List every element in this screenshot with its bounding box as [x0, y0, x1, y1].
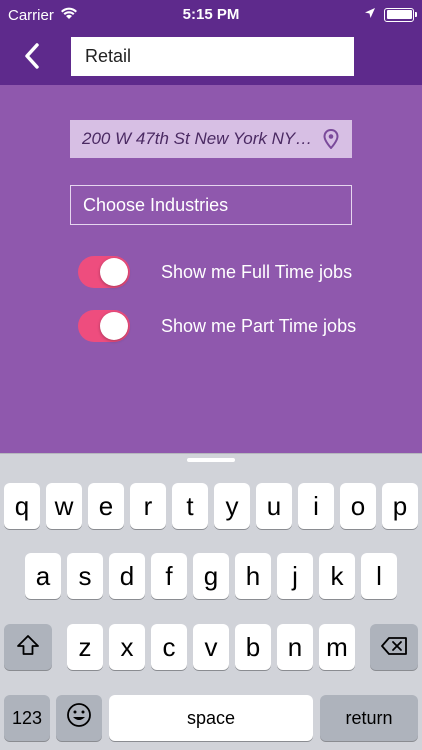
choose-industries-button[interactable]: Choose Industries [70, 185, 352, 225]
battery-icon [384, 7, 417, 22]
key-d[interactable]: d [109, 553, 145, 599]
key-a[interactable]: a [25, 553, 61, 599]
key-b[interactable]: b [235, 624, 271, 670]
status-bar: Carrier 5:15 PM [0, 0, 422, 30]
location-field[interactable]: 200 W 47th St New York NY… [70, 120, 352, 158]
key-p[interactable]: p [382, 483, 418, 529]
toggle-knob [100, 258, 128, 286]
numbers-key[interactable]: 123 [4, 695, 50, 741]
keyboard: q w e r t y u i o p a s d f g h j k l z … [0, 453, 422, 750]
back-button[interactable] [12, 38, 52, 78]
key-f[interactable]: f [151, 553, 187, 599]
key-j[interactable]: j [277, 553, 313, 599]
key-o[interactable]: o [340, 483, 376, 529]
key-v[interactable]: v [193, 624, 229, 670]
emoji-icon [66, 702, 92, 735]
emoji-key[interactable] [56, 695, 102, 741]
location-value: 200 W 47th St New York NY… [82, 129, 313, 148]
key-r[interactable]: r [130, 483, 166, 529]
full-time-row: Show me Full Time jobs [78, 256, 352, 288]
part-time-toggle[interactable] [78, 310, 130, 342]
space-key[interactable]: space [109, 695, 313, 741]
location-arrow-icon [364, 6, 376, 23]
chevron-left-icon [24, 42, 40, 74]
toggle-knob [100, 312, 128, 340]
key-e[interactable]: e [88, 483, 124, 529]
key-m[interactable]: m [319, 624, 355, 670]
return-key[interactable]: return [320, 695, 418, 741]
key-s[interactable]: s [67, 553, 103, 599]
full-time-toggle[interactable] [78, 256, 130, 288]
key-c[interactable]: c [151, 624, 187, 670]
key-l[interactable]: l [361, 553, 397, 599]
keyboard-handle[interactable] [187, 458, 235, 462]
full-time-label: Show me Full Time jobs [161, 261, 353, 282]
backspace-icon [380, 632, 408, 663]
shift-icon [16, 632, 40, 663]
map-pin-icon[interactable] [322, 129, 340, 149]
delete-key[interactable] [370, 624, 418, 670]
key-i[interactable]: i [298, 483, 334, 529]
search-input[interactable] [71, 37, 354, 76]
nav-bar [0, 30, 422, 85]
key-x[interactable]: x [109, 624, 145, 670]
key-h[interactable]: h [235, 553, 271, 599]
key-t[interactable]: t [172, 483, 208, 529]
status-time: 5:15 PM [182, 6, 240, 23]
key-k[interactable]: k [319, 553, 355, 599]
key-w[interactable]: w [46, 483, 82, 529]
status-right [364, 6, 417, 23]
filter-content: 200 W 47th St New York NY… Choose Indust… [0, 85, 422, 453]
key-z[interactable]: z [67, 624, 103, 670]
key-n[interactable]: n [277, 624, 313, 670]
shift-key[interactable] [4, 624, 52, 670]
part-time-row: Show me Part Time jobs [78, 310, 356, 342]
key-u[interactable]: u [256, 483, 292, 529]
key-g[interactable]: g [193, 553, 229, 599]
choose-industries-label: Choose Industries [83, 194, 229, 215]
part-time-label: Show me Part Time jobs [161, 315, 357, 336]
key-y[interactable]: y [214, 483, 250, 529]
key-q[interactable]: q [4, 483, 40, 529]
